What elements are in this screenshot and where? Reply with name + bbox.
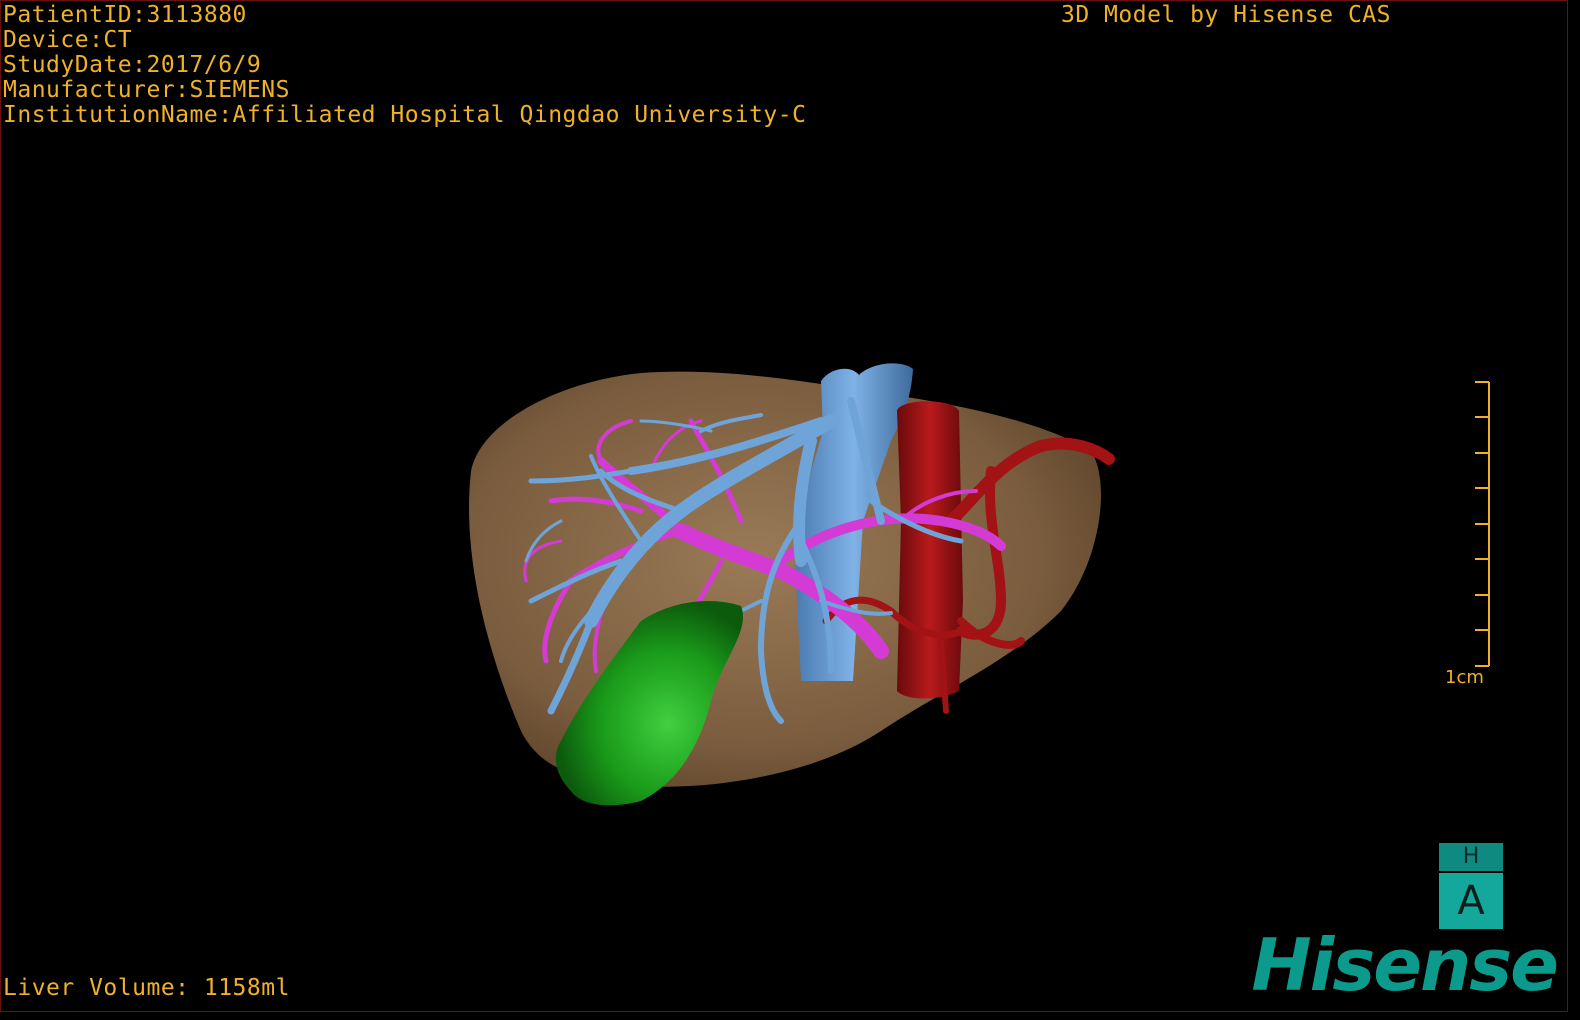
aorta <box>897 401 963 699</box>
3d-viewport[interactable]: PatientID:3113880 Device:CT StudyDate:20… <box>0 0 1568 1012</box>
orientation-top: H <box>1439 843 1503 873</box>
scale-label: 1cm <box>1445 667 1484 688</box>
orientation-cube[interactable]: H A <box>1439 843 1503 929</box>
liver-3d-model[interactable] <box>1 1 1569 1013</box>
hisense-logo: Hisense <box>1251 923 1559 1007</box>
orientation-bottom: A <box>1439 873 1503 929</box>
scale-bar <box>1475 381 1490 667</box>
liver-volume: Liver Volume: 1158ml <box>3 975 290 1001</box>
